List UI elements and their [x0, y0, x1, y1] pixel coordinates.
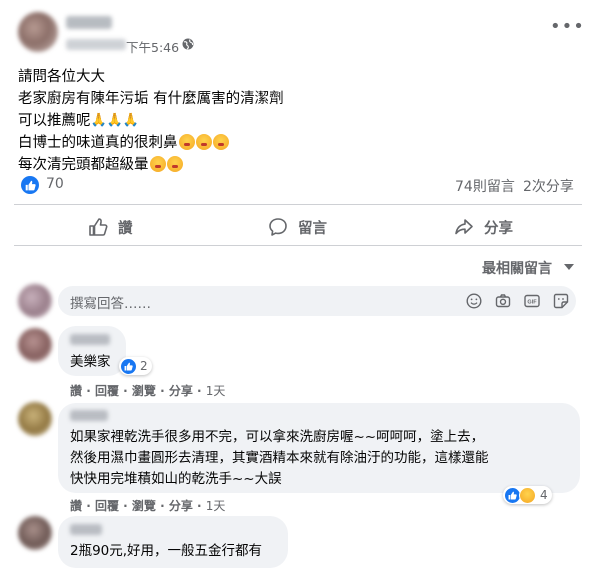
chevron-down-icon[interactable]	[564, 264, 574, 270]
divider	[14, 204, 582, 205]
comment-text: 美樂家	[70, 354, 111, 370]
sticker-icon[interactable]	[553, 293, 569, 309]
comment-translate-link[interactable]: 瀏覽	[132, 499, 156, 513]
like-button[interactable]: 讚	[88, 217, 133, 237]
fearful-emoji	[178, 134, 195, 150]
commenter-name-redacted[interactable]	[70, 334, 110, 345]
comment-translate-link[interactable]: 瀏覽	[132, 384, 156, 398]
comment-like-link[interactable]: 讚	[70, 499, 82, 513]
tired-emoji	[149, 156, 166, 172]
pray-emoji: 🙏🙏🙏	[90, 113, 140, 128]
reaction-count[interactable]: 70	[46, 176, 64, 192]
comment-sort-dropdown[interactable]: 最相關留言	[482, 258, 552, 278]
comment-text: 2瓶90元,好用，一般五金行都有	[70, 543, 263, 559]
comment-text: 然後用濕巾畫圓形去清理，其實酒精本來就有除油汙的功能，這樣還能	[70, 450, 489, 466]
author-name-redacted[interactable]	[66, 16, 112, 29]
commenter-avatar[interactable]	[18, 402, 52, 436]
post-line: 每次清完頭都超級暈	[18, 154, 578, 176]
post-line: 老家廚房有陳年污垢 有什麼厲害的清潔劑	[18, 91, 284, 107]
current-user-avatar[interactable]	[18, 284, 52, 318]
reaction-count: 2	[140, 359, 148, 373]
comment-reactions[interactable]: 4	[503, 486, 552, 504]
comment-icon	[269, 218, 287, 236]
share-count[interactable]: 2次分享	[523, 176, 574, 196]
comment-time[interactable]: 1天	[206, 499, 226, 513]
comment-like-link[interactable]: 讚	[70, 384, 82, 398]
comment-label: 留言	[298, 220, 327, 237]
comment-text: 快快用完堆積如山的乾洗手~~大誤	[70, 471, 282, 487]
share-button[interactable]: 分享	[454, 217, 513, 237]
post-time[interactable]: 下午5:46	[126, 37, 179, 56]
commenter-avatar[interactable]	[18, 516, 52, 550]
post-line: 請問各位大大	[18, 69, 105, 85]
comment-reactions[interactable]: 2	[119, 357, 152, 375]
like-label: 讚	[118, 220, 133, 237]
gif-icon[interactable]: GIF	[524, 293, 540, 309]
comment-share-link[interactable]: 分享	[169, 384, 193, 398]
svg-text:GIF: GIF	[527, 300, 537, 306]
commenter-name-redacted[interactable]	[70, 524, 102, 535]
fearful-emoji	[212, 134, 229, 150]
commenter-name-redacted[interactable]	[70, 410, 108, 421]
like-icon	[89, 218, 108, 236]
fearful-emoji	[195, 134, 212, 150]
reply-placeholder[interactable]: 撰寫回答……	[70, 292, 151, 312]
globe-icon	[182, 38, 194, 50]
haha-reaction-icon	[519, 486, 536, 504]
camera-icon[interactable]	[495, 293, 511, 309]
comment-reply-link[interactable]: 回覆	[95, 384, 119, 398]
tired-emoji	[166, 156, 183, 172]
comment-count[interactable]: 74則留言	[455, 176, 515, 196]
like-reaction-icon	[505, 487, 520, 503]
post-line: 白博士的味道真的很刺鼻	[18, 132, 578, 154]
share-label: 分享	[484, 220, 513, 237]
comment-text: 如果家裡乾洗手很多用不完，可以拿來洗廚房喔~~呵呵呵，塗上去，	[70, 429, 485, 445]
share-icon	[455, 219, 473, 235]
reaction-count: 4	[540, 488, 548, 502]
comment-share-link[interactable]: 分享	[169, 499, 193, 513]
author-avatar[interactable]	[18, 12, 58, 52]
post-date-redacted	[66, 39, 126, 50]
comment-button[interactable]: 留言	[268, 217, 327, 237]
comment-actions: 讚 · 回覆 · 瀏覽 · 分享 · 1天	[70, 499, 226, 513]
comment-time[interactable]: 1天	[206, 384, 226, 398]
divider	[14, 245, 582, 246]
commenter-avatar[interactable]	[18, 328, 52, 362]
like-reaction-icon[interactable]	[21, 176, 39, 194]
comment-actions: 讚 · 回覆 · 瀏覽 · 分享 · 1天	[70, 384, 226, 398]
emoji-icon[interactable]	[466, 293, 482, 309]
post-line: 可以推薦呢🙏🙏🙏	[18, 113, 140, 129]
comment-reply-link[interactable]: 回覆	[95, 499, 119, 513]
more-options-icon[interactable]: •••	[550, 18, 585, 36]
like-reaction-icon	[121, 358, 136, 374]
post-body: 請問各位大大 老家廚房有陳年污垢 有什麼厲害的清潔劑 可以推薦呢🙏🙏🙏 白博士的…	[18, 66, 578, 176]
